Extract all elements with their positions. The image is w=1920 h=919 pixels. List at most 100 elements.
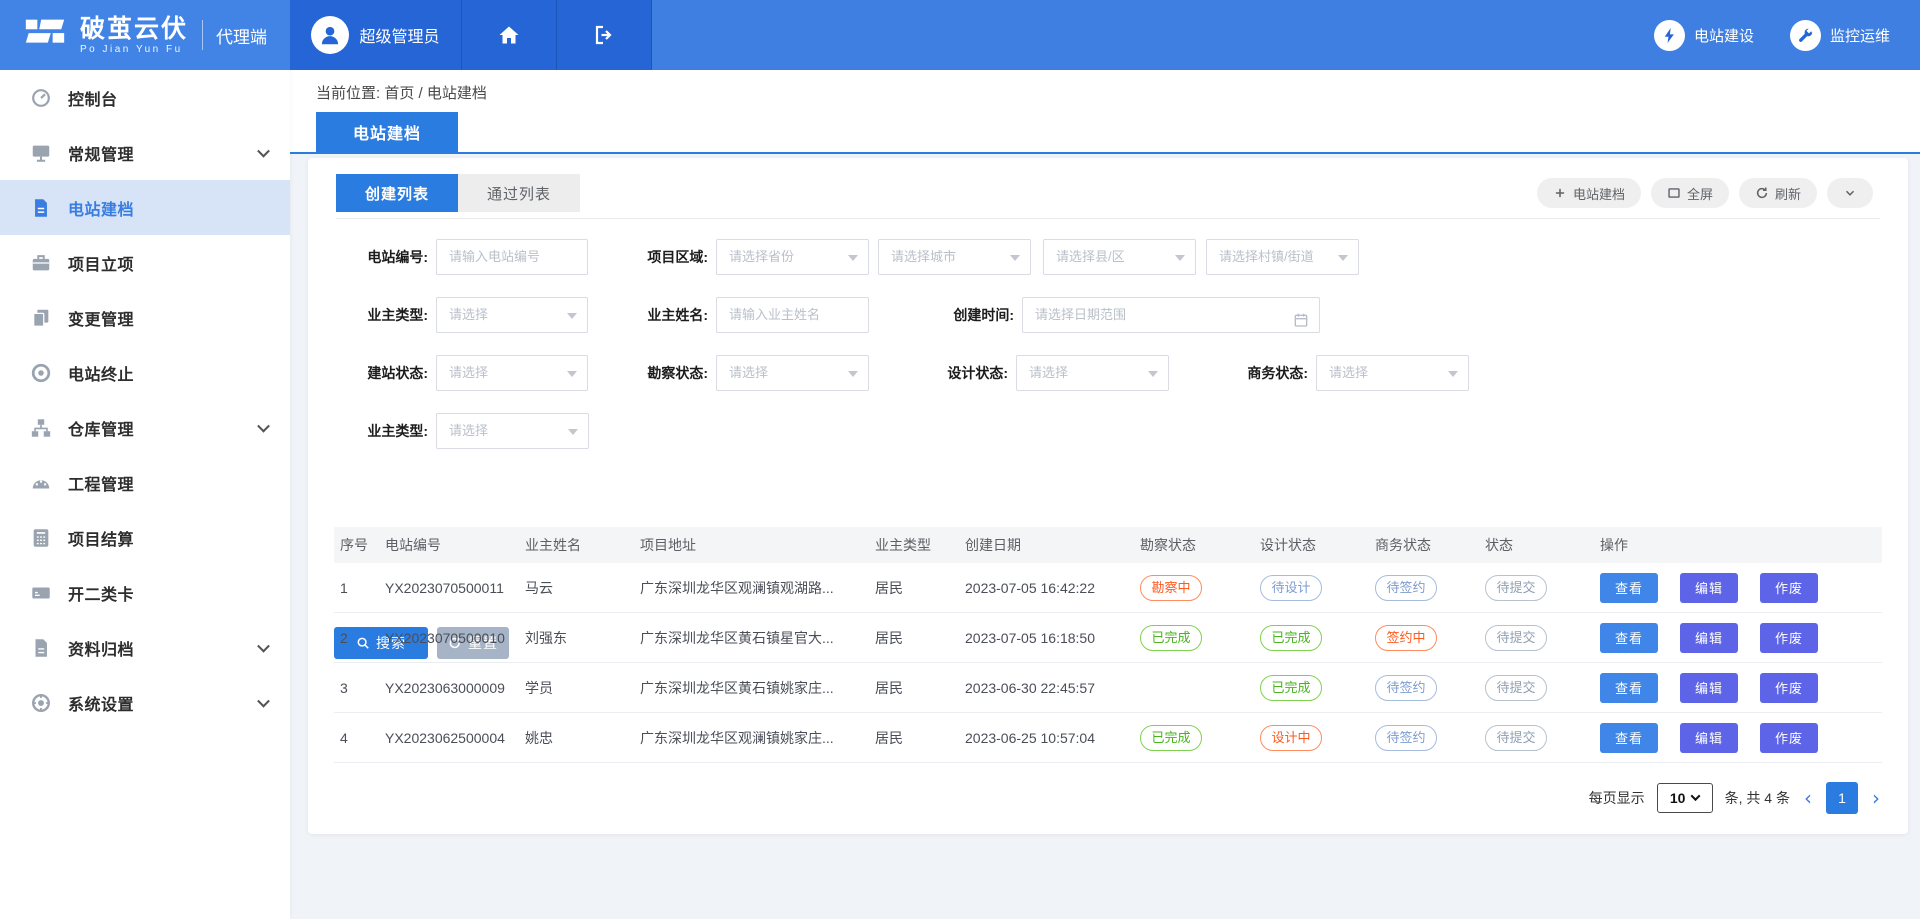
module-station-build[interactable]: 电站建设 <box>1654 20 1754 51</box>
filter-station-code-input[interactable]: 请输入电站编号 <box>436 239 588 275</box>
current-page-button[interactable]: 1 <box>1826 782 1858 814</box>
project-address: 广东深圳龙华区观澜镇观湖路... <box>634 578 869 598</box>
tab-passed-list[interactable]: 通过列表 <box>458 174 580 212</box>
filter-survey-status-select[interactable]: 请选择 <box>716 355 869 391</box>
owner-type: 居民 <box>869 628 959 648</box>
filter-project-region-2-select[interactable]: 请选择县/区 <box>1043 239 1196 275</box>
sidebar-item-type2-card[interactable]: 开二类卡 <box>0 565 290 620</box>
page-tab-station-archive[interactable]: 电站建档 <box>316 112 458 152</box>
caret-down-icon <box>848 255 858 261</box>
caret-down-icon <box>1010 255 1020 261</box>
sidebar-item-project-initiation[interactable]: 项目立项 <box>0 235 290 290</box>
chevron-down-icon <box>1691 791 1701 801</box>
column-header: 创建日期 <box>959 535 1134 555</box>
module-monitor-ops[interactable]: 监控运维 <box>1790 20 1890 51</box>
sidebar-item-console[interactable]: 控制台 <box>0 70 290 125</box>
per-page-select[interactable]: 10 <box>1657 783 1713 813</box>
next-page-button[interactable]: › <box>1870 788 1882 808</box>
sidebar-item-label: 工程管理 <box>68 471 134 495</box>
filter-label-owner-type-2: 业主类型: <box>324 413 428 449</box>
refresh-icon <box>1755 186 1769 200</box>
column-header: 勘察状态 <box>1134 535 1254 555</box>
status-badge: 待提交 <box>1485 725 1547 751</box>
fullscreen-button[interactable]: 全屏 <box>1651 178 1729 208</box>
placeholder: 请选择 <box>449 307 488 322</box>
pill-label: 刷新 <box>1775 184 1801 203</box>
sidebar-item-data-archive[interactable]: 资料归档 <box>0 620 290 675</box>
sidebar-item-change-mgmt[interactable]: 变更管理 <box>0 290 290 345</box>
created-date: 2023-07-05 16:18:50 <box>959 630 1134 646</box>
status-badge: 待提交 <box>1485 675 1547 701</box>
brand: 破茧云伏 Po Jian Yun Fu 代理端 <box>0 0 290 70</box>
avatar <box>311 16 349 54</box>
void-button[interactable]: 作废 <box>1760 573 1818 603</box>
row-index: 2 <box>334 630 379 646</box>
pill-label: 全屏 <box>1687 184 1713 203</box>
filter-design-status-select[interactable]: 请选择 <box>1016 355 1169 391</box>
breadcrumb: 当前位置: 首页 / 电站建档 <box>316 82 487 103</box>
circle-dot-icon <box>30 362 52 384</box>
refresh-button[interactable]: 刷新 <box>1739 178 1817 208</box>
sidebar-item-label: 电站建档 <box>68 196 134 220</box>
sidebar-item-station-archive[interactable]: 电站建档 <box>0 180 290 235</box>
user-name: 超级管理员 <box>359 23 439 47</box>
filter-owner-type-select[interactable]: 请选择 <box>436 297 588 333</box>
view-button[interactable]: 查看 <box>1600 673 1658 703</box>
survey-status: 已完成 <box>1134 725 1254 751</box>
user-menu[interactable]: 超级管理员 <box>290 0 462 70</box>
calendar-icon <box>1293 307 1309 323</box>
void-button[interactable]: 作废 <box>1760 723 1818 753</box>
user-icon <box>317 22 343 48</box>
filter-owner-name-input[interactable]: 请输入业主姓名 <box>716 297 869 333</box>
filter-owner-type-2-select[interactable]: 请选择 <box>436 413 589 449</box>
tab-create-list[interactable]: 创建列表 <box>336 174 458 212</box>
logout-button[interactable] <box>557 0 652 70</box>
edit-button[interactable]: 编辑 <box>1680 673 1738 703</box>
void-button[interactable]: 作废 <box>1760 673 1818 703</box>
sidebar-item-station-termination[interactable]: 电站终止 <box>0 345 290 400</box>
records-table: 序号电站编号业主姓名项目地址业主类型创建日期勘察状态设计状态商务状态状态操作 1… <box>334 527 1882 763</box>
placeholder: 请输入电站编号 <box>449 249 540 264</box>
column-header: 操作 <box>1594 535 1882 555</box>
status-badge: 待设计 <box>1260 575 1322 601</box>
caret-down-icon <box>567 371 577 377</box>
filter-business-status-select[interactable]: 请选择 <box>1316 355 1469 391</box>
business-status: 签约中 <box>1369 625 1479 651</box>
filter-build-status-select[interactable]: 请选择 <box>436 355 588 391</box>
project-address: 广东深圳龙华区黄石镇星官大... <box>634 628 869 648</box>
filter-label-station-code: 电站编号: <box>324 239 428 275</box>
filter-create-time-daterange[interactable]: 请选择日期范围 <box>1022 297 1320 333</box>
row-actions: 查看编辑作废 <box>1594 623 1882 653</box>
chevron-down-icon <box>1843 186 1857 200</box>
filter-project-region-1-select[interactable]: 请选择城市 <box>878 239 1031 275</box>
content-card: 创建列表通过列表 电站建档全屏刷新 电站编号:请输入电站编号项目区域:请选择省份… <box>308 158 1908 834</box>
collapse-button[interactable] <box>1827 178 1873 208</box>
sidebar-item-label: 控制台 <box>68 86 118 110</box>
view-button[interactable]: 查看 <box>1600 623 1658 653</box>
home-button[interactable] <box>462 0 557 70</box>
bolt-icon <box>1654 20 1685 51</box>
view-button[interactable]: 查看 <box>1600 723 1658 753</box>
void-button[interactable]: 作废 <box>1760 623 1818 653</box>
sidebar-item-project-settlement[interactable]: 项目结算 <box>0 510 290 565</box>
card-divider <box>336 218 1880 219</box>
placeholder: 请选择 <box>729 365 768 380</box>
filter-project-region-0-select[interactable]: 请选择省份 <box>716 239 869 275</box>
view-button[interactable]: 查看 <box>1600 573 1658 603</box>
sidebar-item-warehouse-mgmt[interactable]: 仓库管理 <box>0 400 290 455</box>
sidebar-item-engineering-mgmt[interactable]: 工程管理 <box>0 455 290 510</box>
submit-status: 待提交 <box>1479 725 1594 751</box>
pagination: 每页显示 10 条, 共 4 条 ‹ 1 › <box>1589 781 1882 814</box>
filter-project-region-3-select[interactable]: 请选择村镇/街道 <box>1206 239 1359 275</box>
sidebar-item-label: 资料归档 <box>68 636 134 660</box>
edit-button[interactable]: 编辑 <box>1680 723 1738 753</box>
created-date: 2023-06-30 22:45:57 <box>959 680 1134 696</box>
create-station-button[interactable]: 电站建档 <box>1537 178 1641 208</box>
edit-button[interactable]: 编辑 <box>1680 623 1738 653</box>
prev-page-button[interactable]: ‹ <box>1802 788 1814 808</box>
submit-status: 待提交 <box>1479 625 1594 651</box>
edit-button[interactable]: 编辑 <box>1680 573 1738 603</box>
sidebar-item-general-mgmt[interactable]: 常规管理 <box>0 125 290 180</box>
station-code: YX2023063000009 <box>379 680 519 696</box>
sidebar-item-system-settings[interactable]: 系统设置 <box>0 675 290 730</box>
